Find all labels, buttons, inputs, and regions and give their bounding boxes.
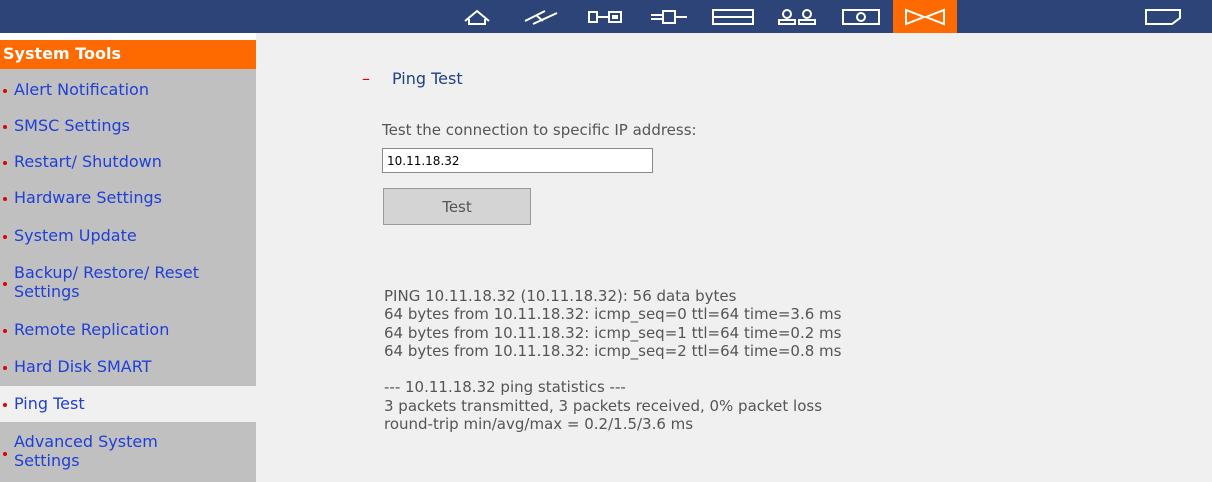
test-button[interactable]: Test	[383, 188, 531, 225]
bullet-icon	[3, 329, 7, 333]
device-config-icon[interactable]	[701, 0, 765, 33]
bullet-icon	[3, 161, 7, 165]
bullet-icon	[3, 235, 7, 239]
ip-address-input[interactable]	[382, 148, 653, 173]
bullet-icon	[3, 403, 7, 407]
section-dash: –	[362, 69, 370, 88]
sidebar-item-label: Remote Replication	[14, 320, 170, 339]
bullet-icon	[3, 282, 7, 286]
sidebar: System Tools Alert Notification SMSC Set…	[0, 40, 256, 482]
logs-icon[interactable]	[1131, 0, 1195, 33]
system-tools-icon[interactable]	[893, 0, 957, 33]
ip-prompt-label: Test the connection to specific IP addre…	[382, 121, 697, 139]
sidebar-item-backup-restore-reset[interactable]: Backup/ Restore/ Reset Settings	[0, 259, 256, 307]
sidebar-item-smsc-settings[interactable]: SMSC Settings	[0, 113, 256, 139]
sidebar-item-label: Ping Test	[14, 394, 85, 413]
sidebar-item-label: Hard Disk SMART	[14, 357, 152, 376]
sidebar-item-label: Restart/ Shutdown	[14, 152, 162, 171]
sidebar-item-label: Backup/ Restore/ Reset Settings	[14, 263, 200, 301]
ping-output: PING 10.11.18.32 (10.11.18.32): 56 data …	[384, 287, 842, 434]
home-icon[interactable]	[445, 0, 509, 33]
bullet-icon	[3, 89, 7, 93]
bullet-icon	[3, 197, 7, 201]
user-management-icon[interactable]	[765, 0, 829, 33]
bullet-icon	[3, 452, 7, 456]
quick-config-icon[interactable]	[509, 0, 573, 33]
sidebar-item-label: SMSC Settings	[14, 116, 130, 135]
bullet-icon	[3, 366, 7, 370]
sidebar-item-alert-notification[interactable]: Alert Notification	[0, 77, 256, 103]
sidebar-item-hardware-settings[interactable]: Hardware Settings	[0, 185, 256, 211]
sidebar-item-label: System Update	[14, 226, 137, 245]
sidebar-item-hard-disk-smart[interactable]: Hard Disk SMART	[0, 354, 256, 380]
sidebar-header: System Tools	[0, 40, 256, 69]
sidebar-item-label: Advanced System Settings	[14, 432, 158, 470]
network-share-icon[interactable]	[829, 0, 893, 33]
sidebar-item-ping-test[interactable]: Ping Test	[0, 386, 256, 422]
sidebar-item-restart-shutdown[interactable]: Restart/ Shutdown	[0, 149, 256, 175]
sidebar-item-remote-replication[interactable]: Remote Replication	[0, 317, 256, 343]
sidebar-item-advanced-system-settings[interactable]: Advanced System Settings	[0, 427, 256, 475]
sidebar-item-label: Alert Notification	[14, 80, 149, 99]
system-settings-icon[interactable]	[573, 0, 637, 33]
top-nav-bar	[0, 0, 1212, 33]
main-content: – Ping Test Test the connection to speci…	[256, 33, 1212, 482]
sidebar-item-system-update[interactable]: System Update	[0, 223, 256, 249]
section-title: Ping Test	[392, 69, 463, 88]
network-icon[interactable]	[637, 0, 701, 33]
sidebar-item-label: Hardware Settings	[14, 188, 162, 207]
bullet-icon	[3, 125, 7, 129]
